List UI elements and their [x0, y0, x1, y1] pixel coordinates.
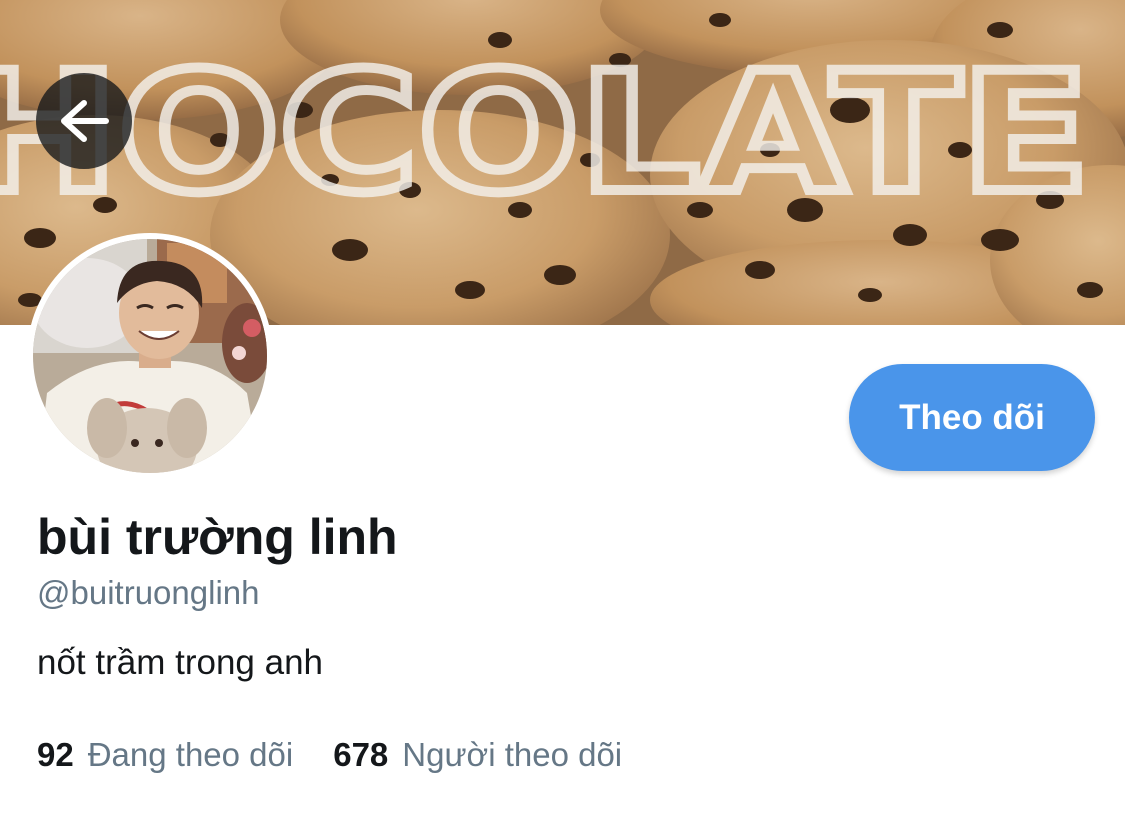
follow-stats: 92 Đang theo dõi 678 Người theo dõi [37, 734, 622, 776]
followers-count: 678 [333, 736, 389, 773]
following-count: 92 [37, 736, 74, 773]
arrow-left-icon [61, 100, 109, 142]
display-name: bùi trường linh [37, 509, 398, 565]
followers-stat[interactable]: 678 Người theo dõi [333, 734, 622, 776]
following-stat[interactable]: 92 Đang theo dõi [37, 734, 293, 776]
avatar[interactable] [27, 233, 273, 479]
back-button[interactable] [36, 73, 132, 169]
user-bio: nốt trầm trong anh [37, 643, 323, 682]
avatar-image [33, 239, 267, 473]
follow-button[interactable]: Theo dõi [849, 364, 1095, 471]
followers-label: Người theo dõi [402, 736, 623, 773]
following-label: Đang theo dõi [87, 736, 294, 773]
user-handle: @buitruonglinh [37, 574, 260, 611]
banner-lettering: HOCOLATE [0, 37, 1090, 229]
